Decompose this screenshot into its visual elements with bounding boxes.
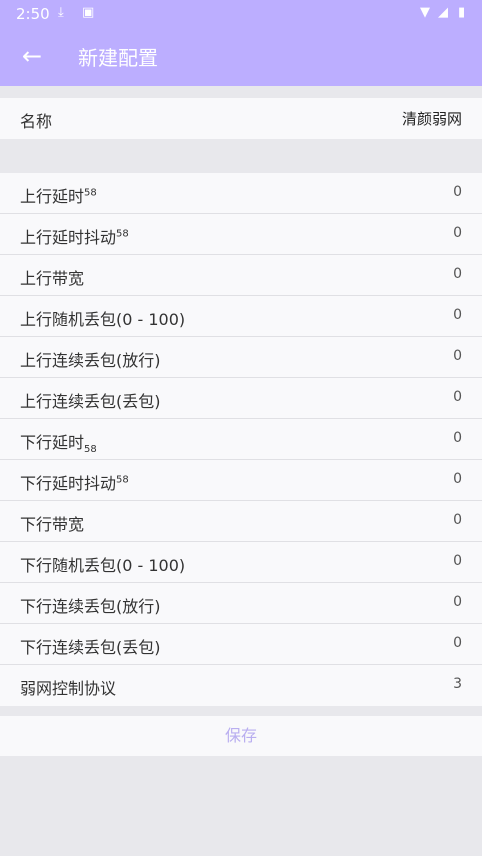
setting-row[interactable]: 弱网控制协议 3	[0, 665, 482, 706]
signal-icon: ◢	[438, 5, 448, 20]
setting-label: 下行带宽	[20, 511, 84, 535]
settings-list: 上行延时58 0 上行延时抖动58 0 上行带宽 0 上行随机丢包(0 - 100) 0 上行连…	[0, 173, 482, 706]
setting-label: 上行连续丢包(丢包)	[20, 388, 161, 412]
setting-value: 3	[453, 676, 462, 692]
setting-value: 0	[453, 594, 462, 610]
setting-unit: 58	[116, 228, 129, 240]
setting-unit: 58	[84, 444, 97, 456]
setting-value: 0	[453, 430, 462, 446]
setting-label-text: 上行随机丢包(0 - 100)	[20, 310, 186, 329]
setting-value: 0	[453, 389, 462, 405]
setting-label-text: 上行连续丢包(丢包)	[20, 392, 161, 411]
setting-row[interactable]: 上行连续丢包(丢包) 0	[0, 378, 482, 419]
setting-label-text: 下行延时抖动	[20, 474, 117, 493]
app-bar: 2:50 ⤓ ▣ ▼ ◢ ▮ ← 新建配置	[0, 0, 482, 86]
name-row[interactable]: 名称 清颜弱网	[0, 98, 482, 139]
setting-label-text: 上行延时抖动	[20, 228, 117, 247]
setting-row[interactable]: 上行延时抖动58 0	[0, 214, 482, 255]
setting-label-text: 下行连续丢包(放行)	[20, 597, 161, 616]
setting-label: 下行延时抖动58	[20, 470, 129, 494]
save-button[interactable]: 保存	[0, 716, 482, 756]
setting-row[interactable]: 上行连续丢包(放行) 0	[0, 337, 482, 378]
battery-icon: ▮	[458, 5, 466, 20]
setting-label-text: 上行连续丢包(放行)	[20, 351, 161, 370]
wifi-icon: ▼	[420, 5, 430, 20]
setting-label: 上行延时抖动58	[20, 224, 129, 248]
setting-row[interactable]: 下行连续丢包(丢包) 0	[0, 624, 482, 665]
back-arrow-icon[interactable]: ←	[16, 40, 48, 72]
setting-row[interactable]: 上行延时58 0	[0, 173, 482, 214]
setting-row[interactable]: 下行延时58 0	[0, 419, 482, 460]
setting-unit: 58	[84, 187, 97, 199]
setting-label-text: 上行延时	[20, 187, 85, 206]
setting-unit: 58	[116, 474, 129, 486]
status-time: 2:50	[16, 5, 50, 23]
setting-label: 下行随机丢包(0 - 100)	[20, 552, 185, 576]
setting-value: 0	[453, 348, 462, 364]
name-label: 名称	[20, 112, 53, 131]
setting-label: 下行连续丢包(放行)	[20, 593, 161, 617]
setting-value: 0	[453, 225, 462, 241]
name-value: 清颜弱网	[401, 110, 462, 128]
setting-label-text: 下行连续丢包(丢包)	[20, 638, 161, 657]
setting-label: 下行连续丢包(丢包)	[20, 634, 161, 658]
setting-value: 0	[453, 553, 462, 569]
setting-row[interactable]: 上行带宽 0	[0, 255, 482, 296]
setting-row[interactable]: 下行带宽 0	[0, 501, 482, 542]
setting-value: 0	[453, 266, 462, 282]
setting-label-text: 下行带宽	[20, 515, 85, 534]
setting-row[interactable]: 上行随机丢包(0 - 100) 0	[0, 296, 482, 337]
setting-label: 上行随机丢包(0 - 100)	[20, 306, 185, 330]
setting-value: 0	[453, 512, 462, 528]
page-title: 新建配置	[78, 46, 158, 70]
setting-row[interactable]: 下行随机丢包(0 - 100) 0	[0, 542, 482, 583]
setting-value: 0	[453, 471, 462, 487]
setting-label: 上行延时58	[20, 183, 97, 207]
setting-value: 0	[453, 307, 462, 323]
setting-value: 0	[453, 184, 462, 200]
setting-value: 0	[453, 635, 462, 651]
setting-row[interactable]: 下行延时抖动58 0	[0, 460, 482, 501]
setting-row[interactable]: 下行连续丢包(放行) 0	[0, 583, 482, 624]
setting-label: 上行连续丢包(放行)	[20, 347, 161, 371]
setting-label: 弱网控制协议	[20, 675, 116, 699]
setting-label: 下行延时58	[20, 429, 97, 455]
name-section: 名称 清颜弱网	[0, 98, 482, 139]
setting-label-text: 下行随机丢包(0 - 100)	[20, 556, 186, 575]
setting-label: 上行带宽	[20, 265, 84, 289]
setting-label-text: 下行延时	[20, 433, 85, 452]
setting-label-text: 上行带宽	[20, 269, 85, 288]
setting-label-text: 弱网控制协议	[20, 679, 117, 698]
notification-icon: ▣	[82, 5, 95, 20]
status-bar: 2:50 ⤓ ▣ ▼ ◢ ▮	[0, 0, 482, 28]
download-icon: ⤓	[58, 5, 64, 20]
